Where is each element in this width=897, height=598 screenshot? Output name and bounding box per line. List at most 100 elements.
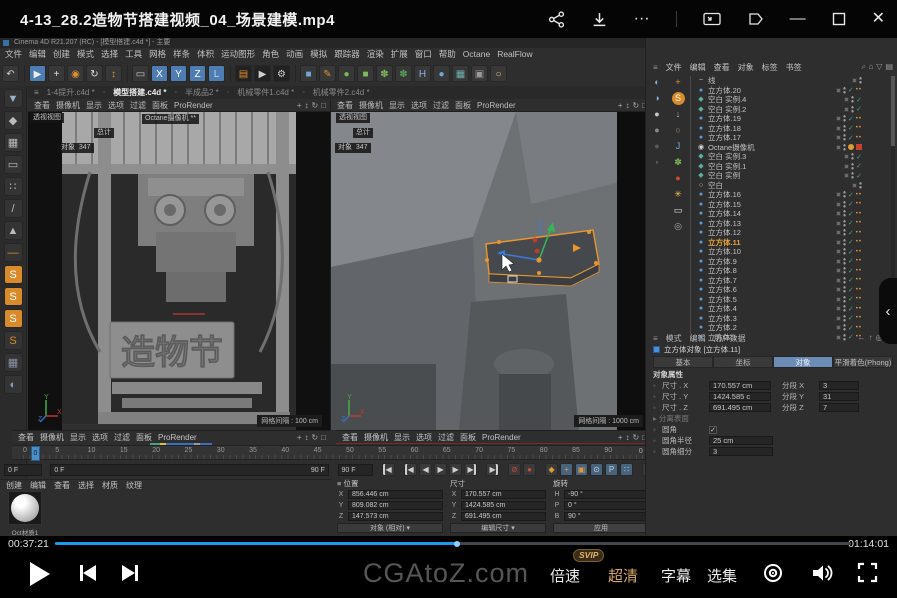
generator-cube-icon[interactable]: ■ — [357, 65, 374, 82]
close-icon[interactable]: ✕ — [872, 11, 885, 27]
enabled-check-icon[interactable]: ✓ — [848, 314, 854, 322]
menu-item-面板[interactable]: 面板 — [455, 100, 471, 111]
menu-item-用户数据[interactable]: 用户数据 — [714, 333, 746, 344]
volume-icon[interactable] — [810, 562, 834, 589]
phong-tag-icon[interactable]: •• — [856, 268, 862, 274]
search-icon[interactable]: ⌕ — [861, 62, 865, 72]
scrollbar-thumb[interactable] — [891, 76, 895, 146]
object-flags[interactable]: ✓•• — [836, 324, 862, 332]
panel-icon[interactable]: ▤ — [885, 62, 893, 72]
object-flags[interactable]: ✓•• — [836, 210, 862, 218]
visibility-dots-icon[interactable] — [843, 115, 846, 122]
play-button[interactable] — [30, 562, 50, 586]
menu-item-文件[interactable]: 文件 — [5, 48, 22, 60]
object-flags[interactable] — [852, 77, 862, 84]
document-tab[interactable]: 模型搭建.c4d * — [113, 87, 166, 98]
visibility-dots-icon[interactable] — [851, 106, 854, 113]
menu-item-对象[interactable]: 对象 — [738, 62, 754, 73]
coord-mode-dropdown[interactable]: 编辑尺寸 ▾ — [450, 523, 546, 533]
visibility-dots-icon[interactable] — [843, 267, 846, 274]
autokey-button[interactable]: ◆ — [545, 463, 558, 476]
coord-value-field[interactable]: -90 ° — [564, 490, 649, 499]
menu-item-文件[interactable]: 文件 — [666, 62, 682, 73]
undo-icon[interactable]: ↶ — [2, 65, 19, 82]
layer-box-icon[interactable] — [836, 259, 841, 264]
mograph-icon[interactable]: ✽ — [376, 65, 393, 82]
pan-icon[interactable]: + — [297, 433, 302, 442]
document-tab[interactable]: 1-4提升.c4d * — [47, 87, 95, 98]
enabled-check-icon[interactable]: ✓ — [848, 191, 854, 199]
edges-mode-icon[interactable]: / — [4, 199, 23, 218]
object-flags[interactable]: ✓•• — [836, 238, 862, 246]
menu-item-显示[interactable]: 显示 — [394, 432, 410, 443]
menu-item-显示[interactable]: 显示 — [86, 100, 102, 111]
enabled-check-icon[interactable]: ✓ — [848, 267, 854, 275]
current-frame-field[interactable]: 0 F — [4, 464, 42, 476]
object-flags[interactable]: ✓•• — [836, 200, 862, 208]
texture-mode-icon[interactable]: ▦ — [4, 133, 23, 152]
fillet-radius-field[interactable]: 25 cm — [709, 436, 773, 445]
speed-button[interactable]: 倍速 — [550, 565, 580, 586]
menu-item-摄像机[interactable]: 摄像机 — [364, 432, 388, 443]
model-mode-icon[interactable]: ◆ — [4, 111, 23, 130]
progress-bar[interactable] — [55, 542, 851, 545]
table-grid-icon[interactable]: ▦ — [452, 65, 469, 82]
dock-icon[interactable]: ✽ — [672, 156, 685, 169]
enabled-check-icon[interactable]: ✓ — [848, 286, 854, 294]
enabled-check-icon[interactable]: ✓ — [856, 153, 862, 161]
snap-2-icon[interactable]: S — [4, 287, 23, 306]
document-tab[interactable]: 半成品2 * — [185, 87, 219, 98]
record-disabled-button[interactable]: ⊘ — [508, 463, 521, 476]
enabled-check-icon[interactable]: ✓ — [848, 124, 854, 132]
coord-system-icon[interactable]: L — [208, 65, 225, 82]
home-icon[interactable]: ⌂ — [868, 62, 873, 72]
phong-tag-icon[interactable]: •• — [856, 192, 862, 198]
prev-key-button[interactable]: ◀ — [404, 463, 417, 476]
enabled-check-icon[interactable]: ✓ — [848, 210, 854, 218]
visibility-dots-icon[interactable] — [851, 153, 854, 160]
dock-icon[interactable]: ● — [651, 124, 664, 137]
menu-item-面板[interactable]: 面板 — [152, 100, 168, 111]
visibility-dots-icon[interactable] — [843, 305, 846, 312]
enabled-check-icon[interactable]: ✓ — [848, 134, 854, 142]
phong-tag-icon[interactable]: •• — [856, 315, 862, 321]
rect-selection-icon[interactable]: ▭ — [132, 65, 149, 82]
subtitles-button[interactable]: 字幕 — [661, 565, 691, 586]
layer-box-icon[interactable] — [836, 126, 841, 131]
seg-field[interactable]: 31 — [819, 392, 859, 401]
layer-box-icon[interactable] — [836, 287, 841, 292]
phong-tag-icon[interactable]: •• — [856, 201, 862, 207]
slider-tool-icon[interactable]: ↕ — [105, 65, 122, 82]
visibility-dots-icon[interactable] — [843, 87, 846, 94]
menu-item-选择[interactable]: 选择 — [78, 480, 94, 491]
menu-item-过滤[interactable]: 过滤 — [438, 432, 454, 443]
maximize-icon[interactable] — [832, 12, 846, 26]
object-flags[interactable]: ✓•• — [836, 295, 862, 303]
viewport-name-badge[interactable]: 透视视图 — [336, 113, 370, 123]
enabled-check-icon[interactable]: ✓ — [848, 305, 854, 313]
checker-texture-icon[interactable]: ▦ — [4, 353, 23, 372]
camera-tag-icon[interactable] — [856, 144, 862, 150]
object-flags[interactable]: ✓ — [844, 162, 862, 170]
phong-tag-icon[interactable]: •• — [856, 220, 862, 226]
object-flags[interactable]: ✓•• — [836, 115, 862, 123]
phong-tag-icon[interactable]: •• — [856, 230, 862, 236]
menu-item-面板[interactable]: 面板 — [136, 432, 152, 443]
menu-item-渲染[interactable]: 渲染 — [367, 48, 384, 60]
object-flags[interactable]: ✓•• — [836, 191, 862, 199]
layer-box-icon[interactable] — [844, 173, 849, 178]
dock-icon[interactable]: + — [672, 76, 685, 89]
menu-item-显示[interactable]: 显示 — [389, 100, 405, 111]
menu-item-ProRender[interactable]: ProRender — [482, 433, 521, 442]
phong-tag-icon[interactable]: •• — [856, 211, 862, 217]
enabled-check-icon[interactable]: ✓ — [848, 276, 854, 284]
key-position-button[interactable]: + — [560, 463, 573, 476]
render-view-icon[interactable]: ▤ — [235, 65, 252, 82]
next-key-button[interactable]: ▶ — [464, 463, 477, 476]
visibility-dots-icon[interactable] — [843, 229, 846, 236]
enabled-check-icon[interactable]: ✓ — [856, 96, 862, 104]
menu-item-创建[interactable]: 创建 — [53, 48, 70, 60]
object-flags[interactable] — [852, 182, 862, 189]
object-flags[interactable]: ✓•• — [836, 305, 862, 313]
apply-button[interactable]: 应用 — [553, 523, 649, 533]
